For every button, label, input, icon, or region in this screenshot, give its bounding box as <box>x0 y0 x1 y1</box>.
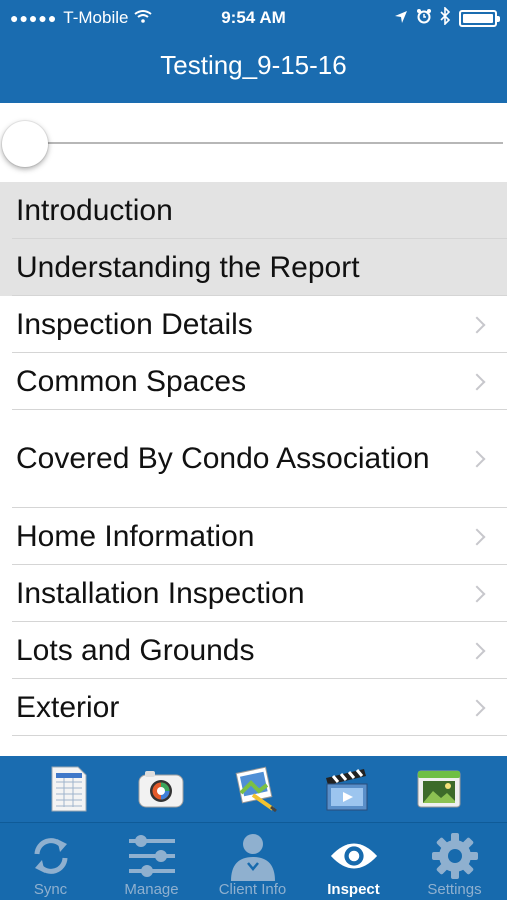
camera-icon[interactable] <box>136 764 186 814</box>
tab-manage[interactable]: Manage <box>101 823 202 900</box>
tab-client-info[interactable]: Client Info <box>202 823 303 900</box>
tab-label: Settings <box>427 881 482 898</box>
spreadsheet-icon[interactable] <box>44 764 94 814</box>
slider-track[interactable] <box>20 142 503 144</box>
video-clapper-icon[interactable] <box>322 764 372 814</box>
section-row[interactable]: Inspection Details <box>0 296 507 353</box>
section-row[interactable]: Home Information <box>0 508 507 565</box>
section-row[interactable]: Lots and Grounds <box>0 622 507 679</box>
section-label: Covered By Condo Association <box>16 442 430 475</box>
section-row[interactable]: Introduction <box>0 182 507 239</box>
slider-thumb[interactable] <box>2 121 48 167</box>
chevron-right-icon <box>468 373 486 390</box>
section-label: Lots and Grounds <box>16 633 255 667</box>
tab-settings[interactable]: Settings <box>404 823 505 900</box>
section-label: Understanding the Report <box>16 250 360 284</box>
status-bar: ●●●●● T-Mobile 9:54 AM <box>0 0 507 36</box>
chevron-right-icon <box>468 585 486 602</box>
section-list: Introduction Understanding the Report Insp… <box>0 182 507 736</box>
section-label: Exterior <box>16 690 120 724</box>
battery-icon <box>459 10 500 27</box>
status-right <box>394 6 500 30</box>
section-label: Home Information <box>16 519 255 553</box>
section-label: Inspection Details <box>16 307 253 341</box>
person-icon <box>228 831 278 881</box>
section-label: Installation Inspection <box>16 576 305 610</box>
location-icon <box>394 9 408 29</box>
chevron-right-icon <box>468 316 486 333</box>
photo-gallery-icon[interactable] <box>414 764 464 814</box>
section-label: Introduction <box>16 193 173 227</box>
section-row[interactable]: Understanding the Report <box>0 239 507 296</box>
tab-inspect[interactable]: Inspect <box>303 823 404 900</box>
row-divider <box>12 735 507 736</box>
chevron-right-icon <box>468 642 486 659</box>
section-label: Common Spaces <box>16 364 247 398</box>
section-row[interactable]: Exterior <box>0 679 507 736</box>
sliders-icon <box>127 831 177 881</box>
sync-icon <box>26 831 76 881</box>
chevron-right-icon <box>468 450 486 468</box>
tab-label: Sync <box>33 881 68 898</box>
alarm-icon <box>416 8 432 29</box>
eye-icon <box>329 831 379 881</box>
section-row[interactable]: Common Spaces <box>0 353 507 410</box>
section-row[interactable]: Covered By Condo Association <box>0 410 507 508</box>
photo-edit-icon[interactable] <box>230 764 280 814</box>
media-toolbar <box>0 756 507 822</box>
tab-bar: Sync Manage Client Info Inspect Settings <box>0 822 507 900</box>
tab-label: Client Info <box>218 881 287 898</box>
gear-icon <box>430 831 480 881</box>
chevron-right-icon <box>468 528 486 545</box>
tab-sync[interactable]: Sync <box>0 823 101 900</box>
progress-slider[interactable] <box>0 103 507 182</box>
bluetooth-icon <box>440 6 451 30</box>
tab-label: Inspect <box>327 881 380 898</box>
section-row[interactable]: Installation Inspection <box>0 565 507 622</box>
page-title: Testing_9-15-16 <box>160 50 347 80</box>
chevron-right-icon <box>468 699 486 716</box>
tab-label: Manage <box>124 881 179 898</box>
header: ●●●●● T-Mobile 9:54 AM Testing_9-15-16 <box>0 0 507 103</box>
